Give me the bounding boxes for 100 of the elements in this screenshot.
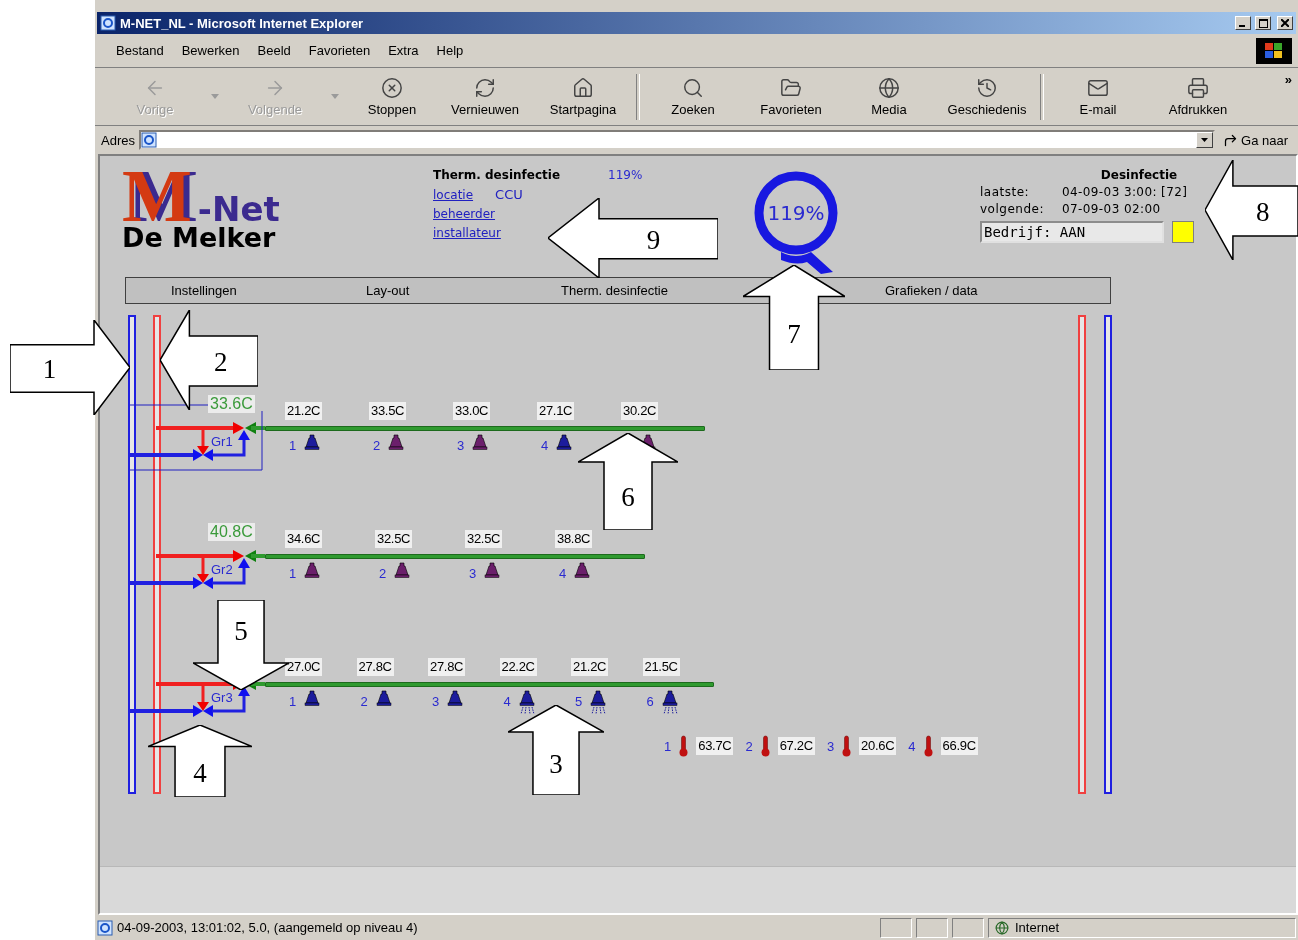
nav-link[interactable]: locatie — [433, 188, 474, 202]
logo-name: -Net — [197, 194, 280, 224]
stop-icon — [381, 76, 403, 99]
menu-item[interactable]: Bestand — [107, 41, 173, 60]
callout-number: 6 — [621, 481, 635, 513]
search-button[interactable]: Zoeken — [644, 71, 742, 122]
callout-number: 4 — [193, 757, 207, 788]
window-title: M-NET_NL - Microsoft Internet Explorer — [120, 15, 365, 31]
temperature-value: 21.2C — [285, 402, 323, 420]
dropdown-button[interactable] — [1196, 132, 1213, 148]
field-value: 04-09-03 3:00: [72] — [1062, 185, 1188, 199]
minimize-button[interactable] — [1235, 16, 1251, 30]
maximize-button[interactable] — [1255, 16, 1271, 30]
address-field[interactable] — [138, 130, 1215, 150]
logo-subtitle: De Melker — [122, 224, 277, 252]
nav-link[interactable]: installateur — [433, 226, 501, 240]
windows-logo-icon — [1256, 37, 1292, 64]
program-title: Therm. desinfectie — [433, 168, 560, 182]
thermometer-icon — [679, 735, 689, 757]
callout-number: 8 — [1255, 196, 1270, 228]
nav-item[interactable]: Therm. desinfectie — [561, 283, 668, 298]
history-icon — [976, 76, 998, 99]
field-value: 07-09-03 02:00 — [1062, 202, 1161, 216]
callout-number: 9 — [646, 224, 661, 256]
nav-item[interactable]: Grafieken / data — [885, 283, 978, 298]
field-label: volgende: — [980, 202, 1045, 216]
sensor-number: 1 — [664, 738, 672, 754]
temperature-value: 33.0C — [453, 402, 491, 420]
temperature-value: 30.2C — [621, 402, 659, 420]
browser-icon — [100, 15, 116, 31]
thermometer-icon — [760, 735, 770, 757]
group-label: Gr3 — [211, 691, 233, 705]
temperature-value: 27.8C — [356, 658, 394, 676]
more-button[interactable]: » — [1278, 72, 1298, 87]
thermometer-icon — [923, 735, 933, 757]
status-pane — [952, 917, 984, 938]
history-button[interactable]: Geschiedenis — [938, 71, 1036, 122]
refresh-icon — [474, 76, 496, 99]
temperature-value: 27.0C — [285, 658, 323, 676]
temperature-value: 27.1C — [537, 402, 575, 420]
zone-label: Internet — [1015, 920, 1060, 935]
search-icon — [682, 76, 704, 99]
go-arrow-icon — [1223, 132, 1238, 148]
menu-item[interactable]: Extra — [379, 41, 428, 60]
temperature-value: 32.5C — [465, 530, 503, 548]
nav-item[interactable]: Instellingen — [171, 283, 237, 298]
thermometer-icon — [842, 735, 852, 757]
field-label: laatste: — [980, 185, 1031, 199]
link-note: CCU — [495, 187, 523, 202]
print-button[interactable]: Afdrukken — [1148, 71, 1248, 122]
nav-item[interactable]: Lay-out — [366, 283, 410, 298]
tap-number: 4 — [559, 566, 567, 581]
folder-icon — [780, 76, 802, 99]
menu-item[interactable]: Favorieten — [299, 41, 380, 60]
nav-link[interactable]: beheerder — [433, 207, 496, 221]
stop-button[interactable]: Stoppen — [348, 71, 436, 122]
close-icon — [1281, 19, 1289, 27]
tap-number: 6 — [646, 694, 655, 709]
status-text: 04-09-2003, 13:01:02, 5.0, (aangemeld op niveau 4) — [117, 920, 419, 935]
status-pane — [880, 917, 912, 938]
temperature-value: 20.6C — [859, 737, 897, 755]
page-icon — [97, 919, 113, 936]
menu-item[interactable]: Help — [427, 41, 473, 60]
globe-icon — [878, 76, 900, 99]
callout-number: 3 — [549, 748, 563, 780]
setpoint-value: 33.6C — [208, 395, 255, 413]
menu-item[interactable]: Bewerken — [172, 41, 249, 60]
status-pane — [916, 917, 948, 938]
mode-field[interactable]: Bedrijf: AAN — [980, 221, 1164, 243]
callout-number: 2 — [214, 346, 228, 378]
tap-number: 2 — [360, 694, 369, 709]
home-button[interactable]: Startpagina — [534, 71, 632, 122]
favorites-button[interactable]: Favorieten — [742, 71, 840, 122]
gauge-value: 119% — [766, 201, 826, 225]
go-button[interactable]: Ga naar — [1219, 132, 1292, 148]
printer-icon — [1187, 76, 1209, 99]
temperature-value: 22.2C — [499, 658, 537, 676]
media-button[interactable]: Media — [840, 71, 938, 122]
sensor-number: 4 — [908, 738, 916, 754]
address-label: Adres — [101, 132, 135, 148]
temperature-value: 27.8C — [428, 658, 466, 676]
temperature-value: 33.5C — [369, 402, 407, 420]
tap-number: 3 — [432, 694, 440, 709]
refresh-button[interactable]: Vernieuwen — [436, 71, 534, 122]
mail-button[interactable]: E-mail — [1048, 71, 1148, 122]
home-icon — [572, 76, 594, 99]
tap-number: 5 — [575, 694, 583, 709]
close-button[interactable] — [1277, 16, 1293, 30]
page-icon — [140, 132, 157, 148]
temperature-value: 21.2C — [571, 658, 609, 676]
temperature-value: 34.6C — [285, 530, 323, 548]
tap-number: 1 — [289, 566, 297, 581]
temperature-value: 38.8C — [555, 530, 593, 548]
logo-mark: M — [122, 168, 190, 224]
globe-icon — [995, 920, 1009, 935]
tap-number: 1 — [289, 438, 297, 453]
menu-item[interactable]: Beeld — [248, 41, 300, 60]
sensor-number: 3 — [826, 738, 835, 754]
setpoint-value: 40.8C — [208, 523, 255, 541]
tap-number: 4 — [503, 694, 512, 709]
